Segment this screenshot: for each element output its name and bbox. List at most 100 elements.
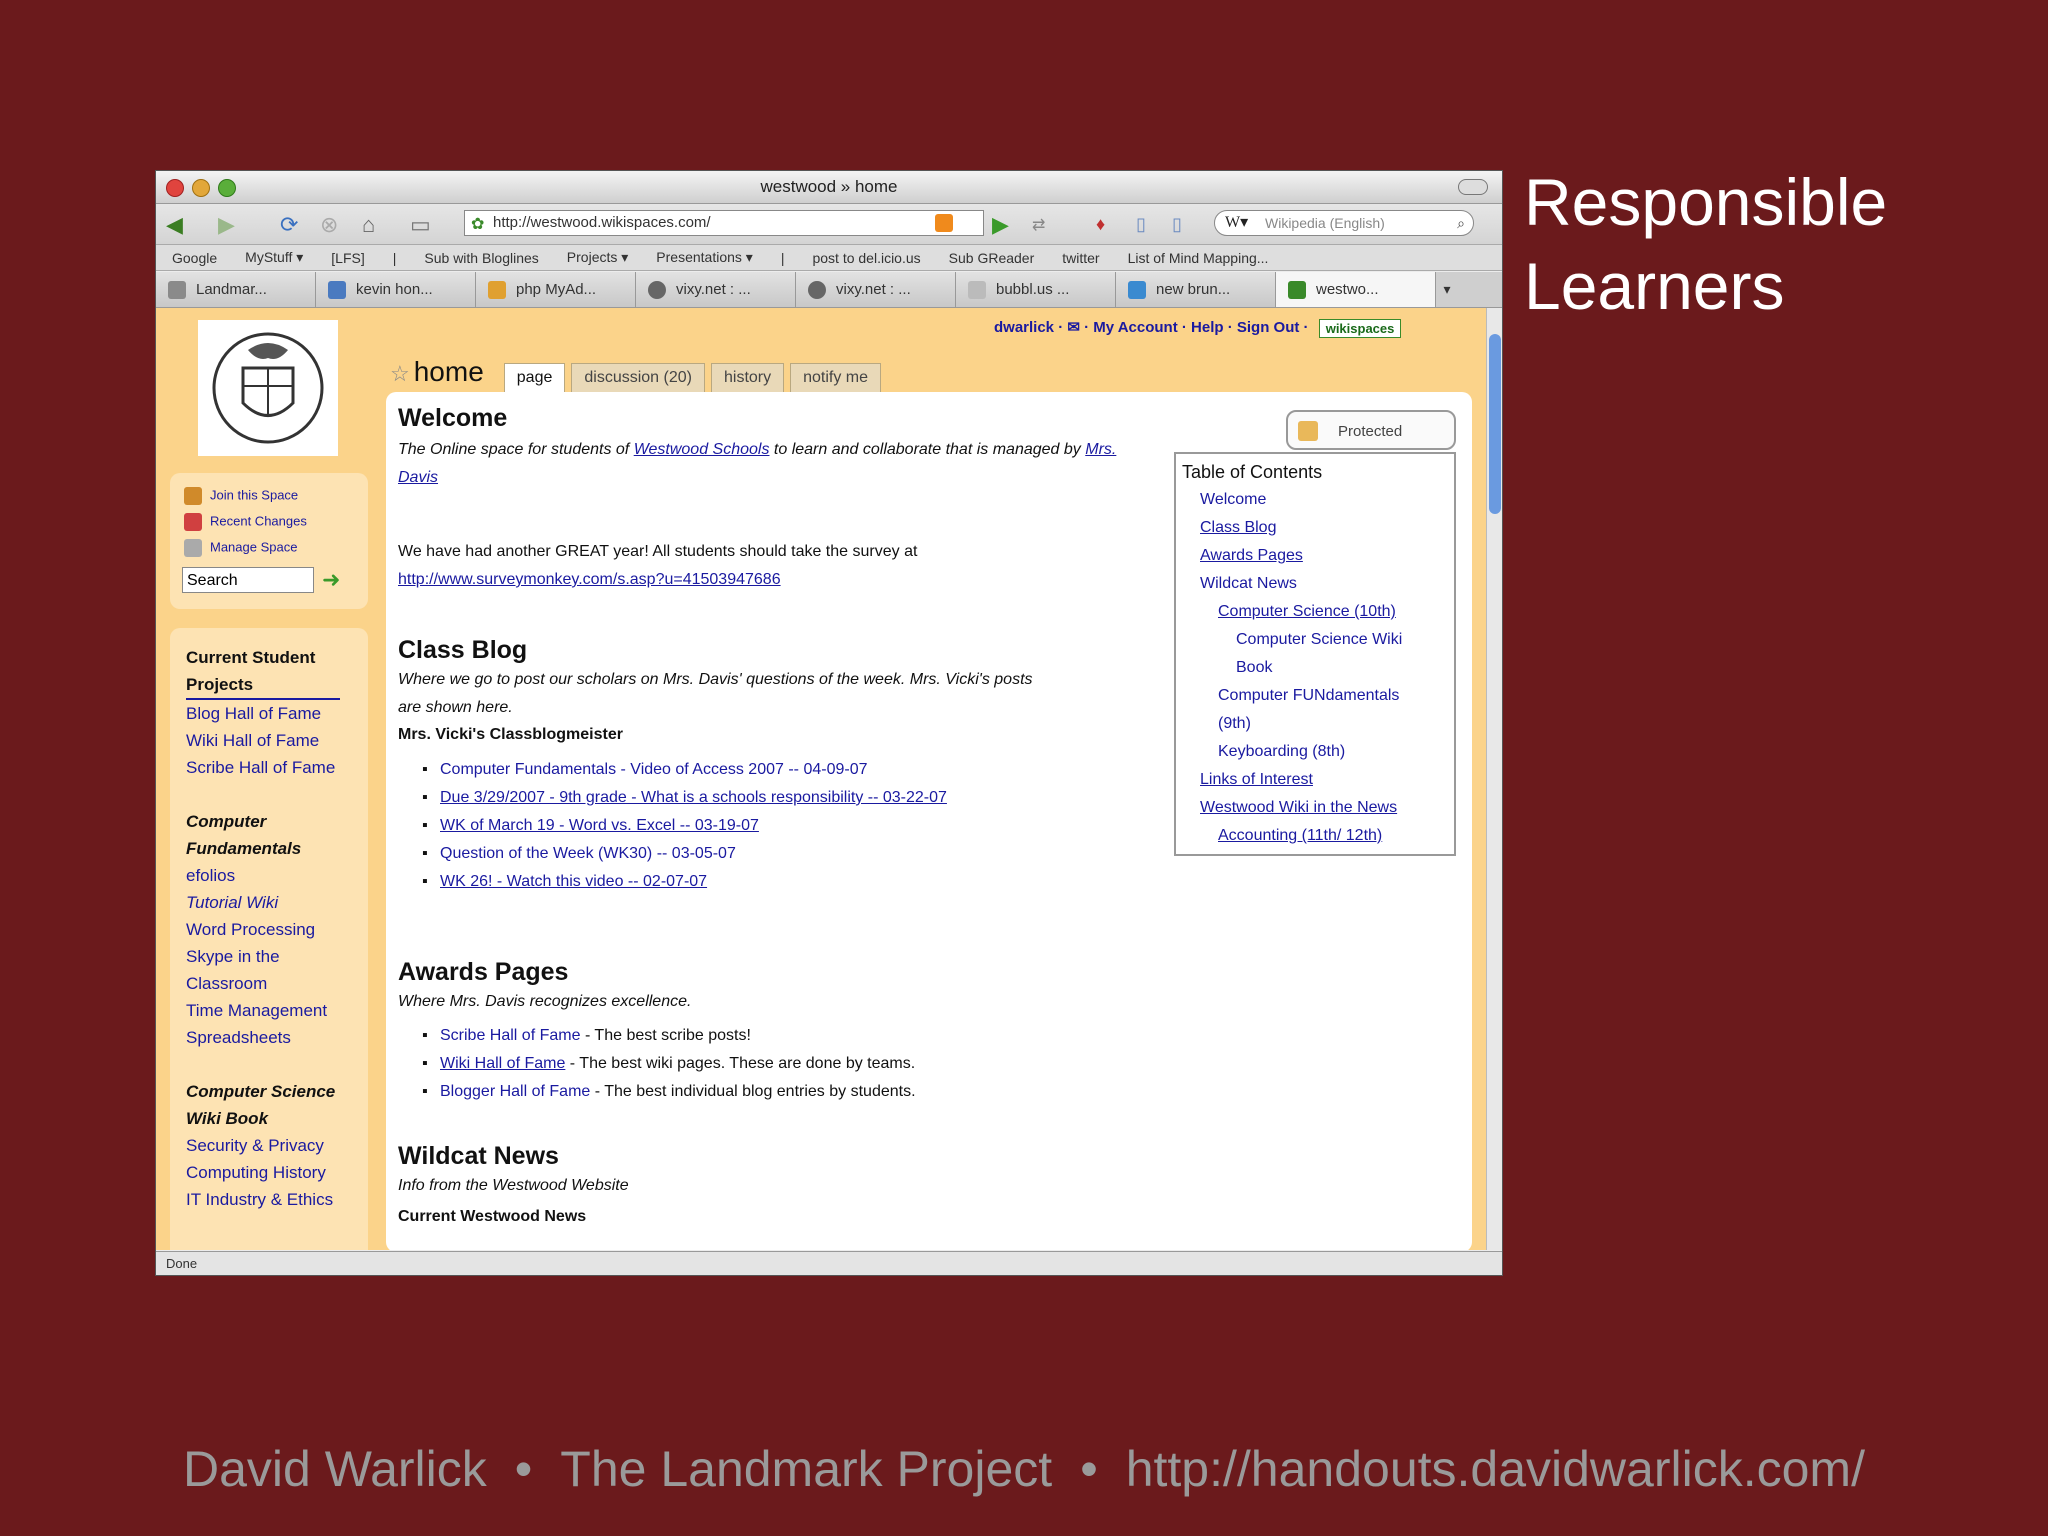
join-space-link[interactable]: Join this Space (184, 487, 298, 505)
tab-notify[interactable]: notify me (790, 363, 882, 392)
star-icon[interactable]: ☆ (390, 361, 410, 386)
search-engine-box[interactable]: W▾ Wikipedia (English) ⌕ (1214, 210, 1474, 236)
bookmark-item[interactable]: post to del.icio.us (812, 250, 920, 266)
toc-item[interactable]: Computer Science Wiki (1236, 626, 1402, 654)
project-link[interactable]: efolios (186, 862, 366, 889)
browser-tab[interactable]: kevin hon... (316, 272, 476, 307)
extension-icon[interactable]: ♦ (1096, 214, 1105, 235)
url-bar[interactable]: ✿ http://westwood.wikispaces.com/ (464, 210, 984, 236)
award-link[interactable]: Scribe Hall of Fame (440, 1027, 581, 1044)
toc-item[interactable]: Computer FUNdamentals (1218, 682, 1399, 710)
cs-heading: Computer Science (186, 1082, 336, 1101)
award-link[interactable]: Blogger Hall of Fame (440, 1083, 590, 1100)
toc-item[interactable]: Keyboarding (8th) (1218, 738, 1345, 766)
bookmark-item[interactable]: List of Mind Mapping... (1128, 250, 1269, 266)
go-icon[interactable]: ▶ (992, 212, 1009, 238)
project-link[interactable]: Word Processing (186, 916, 366, 943)
toc-item[interactable]: Book (1236, 654, 1272, 682)
blog-post-link[interactable]: WK of March 19 - Word vs. Excel -- 03-19… (422, 812, 947, 840)
project-link[interactable]: Time Management (186, 997, 366, 1024)
davis-link[interactable]: Davis (398, 469, 438, 486)
toolbar-toggle-button[interactable] (1458, 179, 1488, 195)
back-arrow-icon[interactable]: ◀ (166, 212, 183, 238)
blog-post-link[interactable]: WK 26! - Watch this video -- 02-07-07 (422, 868, 947, 896)
award-link[interactable]: Wiki Hall of Fame (440, 1055, 565, 1072)
section-heading-wildcat-news: Wildcat News (398, 1142, 559, 1170)
blog-post-link[interactable]: Question of the Week (WK30) -- 03-05-07 (422, 840, 947, 868)
bookmark-item[interactable]: twitter (1062, 250, 1099, 266)
manage-space-link[interactable]: Manage Space (184, 539, 297, 557)
tab-page[interactable]: page (503, 363, 566, 392)
toc-item[interactable]: Westwood Wiki in the News (1200, 794, 1397, 822)
project-link[interactable]: Spreadsheets (186, 1024, 366, 1051)
bookmark-item[interactable]: MyStuff ▾ (245, 249, 303, 266)
section-heading-awards: Awards Pages (398, 958, 569, 986)
tab-favicon-icon (648, 281, 666, 300)
blog-post-link[interactable]: Computer Fundamentals - Video of Access … (422, 756, 947, 784)
print-icon[interactable]: ▭ (410, 212, 431, 238)
stop-icon[interactable]: ⊗ (320, 212, 338, 238)
bookmark-item[interactable]: Sub GReader (949, 250, 1035, 266)
project-link[interactable]: Skype in the (186, 943, 366, 970)
browser-tab[interactable]: Landmar... (156, 272, 316, 307)
footer-url[interactable]: http://handouts.davidwarlick.com/ (1126, 1441, 1865, 1497)
person-icon (184, 487, 202, 505)
toc-item[interactable]: Computer Science (10th) (1218, 598, 1396, 626)
tab-history[interactable]: history (710, 363, 785, 392)
project-link[interactable]: Classroom (186, 970, 366, 997)
footer-separator: • (514, 1441, 533, 1497)
forward-arrow-icon[interactable]: ▶ (218, 212, 235, 238)
sidebar-icon[interactable]: ▯ (1136, 214, 1146, 235)
project-link[interactable]: IT Industry & Ethics (186, 1186, 366, 1213)
toc-item[interactable]: Class Blog (1200, 514, 1276, 542)
toc-item[interactable]: Welcome (1200, 486, 1266, 514)
tab-discussion[interactable]: discussion (20) (571, 363, 705, 392)
tab-favicon-icon (328, 281, 346, 300)
project-link[interactable]: Computing History (186, 1159, 366, 1186)
browser-tab[interactable]: vixy.net : ... (796, 272, 956, 307)
project-link[interactable]: Scribe Hall of Fame (186, 754, 366, 781)
reload-icon[interactable]: ⟳ (280, 212, 298, 238)
project-link[interactable]: Blog Hall of Fame (186, 700, 366, 727)
browser-tab-active[interactable]: westwo... (1276, 272, 1436, 307)
vertical-scrollbar[interactable] (1486, 308, 1502, 1250)
wiki-search-input[interactable]: Search (182, 567, 314, 593)
bookmark-item[interactable]: Presentations ▾ (656, 249, 753, 266)
browser-tab[interactable]: vixy.net : ... (636, 272, 796, 307)
wikispaces-badge[interactable]: wikispaces (1318, 318, 1402, 338)
bookmark-item[interactable]: [LFS] (331, 250, 364, 266)
westwood-schools-link[interactable]: Westwood Schools (634, 441, 770, 458)
browser-tab[interactable]: bubbl.us ... (956, 272, 1116, 307)
rss-icon[interactable] (935, 214, 953, 232)
toc-item[interactable]: Accounting (11th/ 12th) (1218, 822, 1382, 850)
project-link[interactable]: Tutorial Wiki (186, 889, 366, 916)
browser-tab[interactable]: new brun... (1116, 272, 1276, 307)
projects-heading: Projects (186, 671, 340, 700)
toc-item[interactable]: (9th) (1218, 710, 1251, 738)
toc-item[interactable]: Awards Pages (1200, 542, 1303, 570)
tab-label: new brun... (1156, 281, 1231, 298)
feed-icon[interactable]: ⇄ (1032, 215, 1045, 235)
browser-tab[interactable]: php MyAd... (476, 272, 636, 307)
toc-item[interactable]: Wildcat News (1200, 570, 1297, 598)
mrs-link[interactable]: Mrs. (1085, 441, 1116, 458)
footer-separator: • (1080, 1441, 1098, 1497)
tab-favicon-icon (1128, 281, 1146, 300)
project-link[interactable]: Security & Privacy (186, 1132, 366, 1159)
bookmark-item[interactable]: Projects ▾ (567, 249, 629, 266)
bookmark-item[interactable]: Google (172, 250, 217, 266)
survey-link[interactable]: http://www.surveymonkey.com/s.asp?u=4150… (398, 571, 781, 588)
bookmark-item[interactable]: Sub with Bloglines (424, 250, 538, 266)
blog-post-link[interactable]: Due 3/29/2007 - 9th grade - What is a sc… (422, 784, 947, 812)
toc-item[interactable]: Links of Interest (1200, 766, 1313, 794)
project-link[interactable]: Wiki Hall of Fame (186, 727, 366, 754)
bookmark-icon[interactable]: ▯ (1172, 214, 1182, 235)
scrollbar-thumb[interactable] (1489, 334, 1501, 514)
news-subheading: Current Westwood News (398, 1208, 587, 1225)
tab-overflow-button[interactable]: ▾ (1436, 272, 1458, 307)
search-icon[interactable]: ⌕ (1457, 211, 1465, 235)
home-icon[interactable]: ⌂ (362, 212, 375, 238)
user-links[interactable]: dwarlick · ✉ · My Account · Help · Sign … (994, 318, 1402, 338)
recent-changes-link[interactable]: Recent Changes (184, 513, 307, 531)
search-go-icon[interactable]: ➜ (322, 567, 340, 593)
